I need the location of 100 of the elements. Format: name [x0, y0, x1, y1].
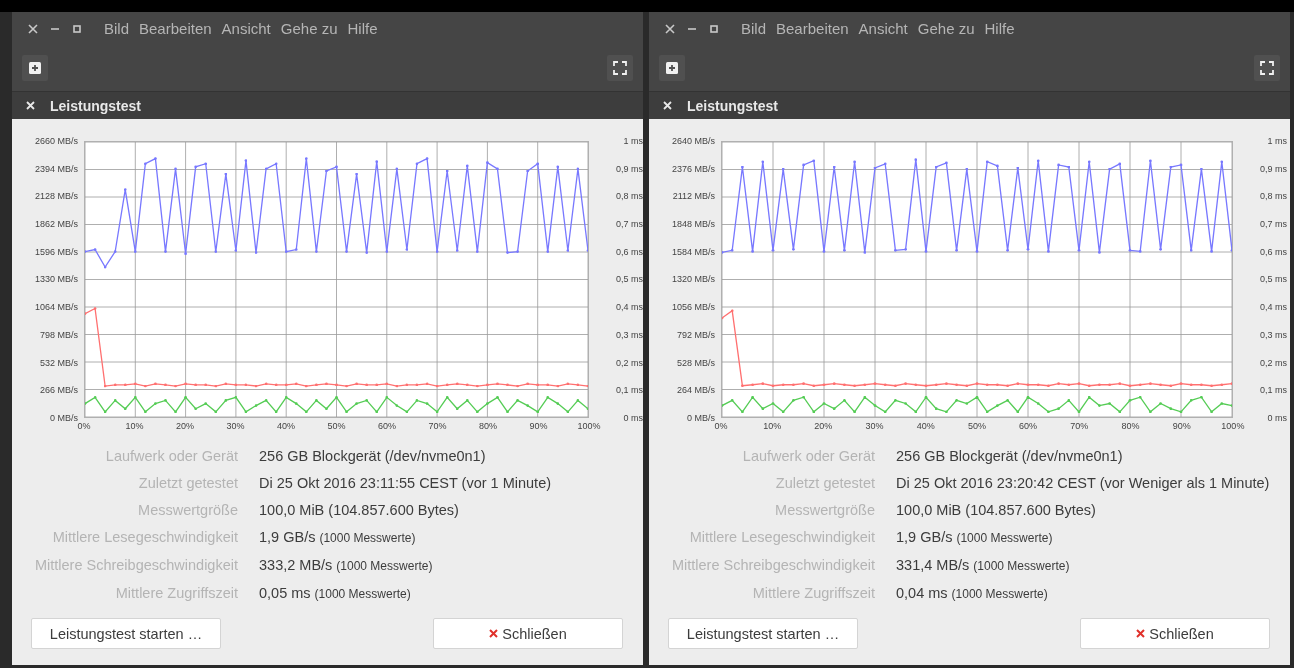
- axis-label: 0,1 ms: [616, 384, 643, 397]
- menu-item[interactable]: Ansicht: [858, 20, 908, 37]
- field-value: 256 GB Blockgerät (/dev/nvme0n1): [259, 447, 486, 466]
- axis-label: 60%: [377, 420, 397, 432]
- menu-item[interactable]: Bearbeiten: [776, 20, 849, 37]
- menu-item[interactable]: Bild: [104, 20, 129, 37]
- add-button[interactable]: [22, 55, 48, 81]
- close-icon[interactable]: [663, 101, 672, 110]
- start-benchmark-button[interactable]: Leistungstest starten …: [668, 618, 858, 649]
- axis-label: 0%: [713, 421, 729, 432]
- menu-item[interactable]: Hilfe: [984, 20, 1015, 37]
- axis-label: 10%: [762, 420, 783, 432]
- axis-label: 798 MB/s: [39, 328, 78, 341]
- dialog-title: Leistungstest: [50, 97, 141, 114]
- fullscreen-button[interactable]: [607, 55, 633, 81]
- field-label: Mittlere Lesegeschwindigkeit: [688, 528, 875, 547]
- sample-count: (1000 Messwerte): [314, 586, 411, 603]
- axis-label: 0,9 ms: [1260, 162, 1287, 175]
- field-value: 100,0 MiB (104.857.600 Bytes): [259, 501, 459, 520]
- axis-label: 1862 MB/s: [34, 218, 78, 231]
- axis-label: 0,5 ms: [1260, 273, 1287, 286]
- field-label: Mittlere Zugriffszeit: [114, 584, 238, 603]
- axis-label: 50%: [326, 420, 347, 432]
- axis-label: 0,1 ms: [1260, 384, 1287, 397]
- plus-icon: [666, 62, 678, 74]
- axis-label: 0,8 ms: [616, 190, 643, 203]
- menu-item[interactable]: Gehe zu: [917, 20, 975, 37]
- sample-count: (1000 Messwerte): [951, 586, 1048, 603]
- axis-label: 100%: [1220, 420, 1246, 432]
- axis-label: 40%: [276, 420, 296, 432]
- field-value: Di 25 Okt 2016 23:20:42 CEST (vor Weniger als 1 Minute): [896, 474, 1270, 493]
- axis-label: 2660 MB/s: [34, 135, 78, 147]
- dialog-title: Leistungstest: [687, 97, 778, 114]
- axis-label: 0,6 ms: [1260, 245, 1287, 258]
- axis-label: 2394 MB/s: [34, 162, 78, 175]
- axis-label: 0,2 ms: [616, 356, 643, 369]
- axis-label: 792 MB/s: [676, 328, 715, 341]
- axis-label: 2376 MB/s: [671, 162, 715, 175]
- field-label: Laufwerk oder Gerät: [741, 447, 875, 466]
- close-button[interactable]: Schließen: [1080, 618, 1270, 649]
- menu-item[interactable]: Hilfe: [347, 20, 378, 37]
- axis-label: 0,4 ms: [616, 301, 643, 314]
- menu-item[interactable]: Ansicht: [221, 20, 271, 37]
- plus-icon: [29, 62, 41, 74]
- axis-label: 70%: [1069, 420, 1090, 432]
- axis-label: 1330 MB/s: [34, 273, 78, 286]
- menu-item[interactable]: Bild: [741, 20, 766, 37]
- axis-label: 90%: [1171, 420, 1192, 432]
- axis-label: 0,9 ms: [616, 162, 643, 175]
- axis-label: 264 MB/s: [676, 384, 715, 397]
- maximize-icon[interactable]: [709, 23, 719, 34]
- axis-label: 0 ms: [1267, 411, 1287, 424]
- menu-item[interactable]: Gehe zu: [280, 20, 338, 37]
- axis-label: 70%: [427, 420, 448, 432]
- field-label: Mittlere Zugriffszeit: [751, 584, 875, 603]
- field-value: Di 25 Okt 2016 23:11:55 CEST (vor 1 Minute): [259, 474, 552, 493]
- axis-label: 0,6 ms: [616, 245, 643, 258]
- axis-label: 1584 MB/s: [671, 245, 715, 258]
- close-icon[interactable]: [28, 23, 38, 34]
- add-button[interactable]: [659, 55, 685, 81]
- axis-label: 1596 MB/s: [34, 245, 78, 258]
- axis-label: 1 ms: [1267, 135, 1287, 147]
- axis-label: 0,7 ms: [1260, 218, 1287, 231]
- maximize-icon[interactable]: [72, 23, 82, 34]
- axis-label: 0 ms: [623, 411, 643, 424]
- close-icon[interactable]: [665, 23, 675, 34]
- axis-label: 266 MB/s: [39, 384, 78, 397]
- fullscreen-button[interactable]: [1254, 55, 1280, 81]
- field-value: 333,2 MB/s: [259, 556, 333, 575]
- axis-label: 1320 MB/s: [671, 273, 715, 286]
- axis-label: 1056 MB/s: [671, 301, 715, 314]
- menu-item[interactable]: Bearbeiten: [139, 20, 212, 37]
- axis-label: 100%: [576, 420, 602, 432]
- axis-label: 2128 MB/s: [34, 190, 78, 203]
- axis-label: 0,3 ms: [1260, 328, 1287, 341]
- axis-label: 80%: [478, 420, 498, 432]
- close-icon[interactable]: [26, 101, 35, 110]
- axis-label: 30%: [864, 420, 885, 432]
- axis-label: 10%: [124, 420, 145, 432]
- fullscreen-icon: [1260, 61, 1274, 75]
- field-label: Mittlere Schreibgeschwindigkeit: [670, 556, 875, 575]
- start-benchmark-button[interactable]: Leistungstest starten …: [31, 618, 221, 649]
- axis-label: 0,8 ms: [1260, 190, 1287, 203]
- axis-label: 1 ms: [623, 135, 643, 147]
- axis-label: 0,3 ms: [616, 328, 643, 341]
- axis-label: 2112 MB/s: [672, 190, 715, 203]
- field-label: Laufwerk oder Gerät: [104, 447, 238, 466]
- axis-label: 40%: [915, 420, 936, 432]
- field-value: 1,9 GB/s: [259, 528, 316, 547]
- sample-count: (1000 Messwerte): [319, 530, 416, 547]
- axis-label: 20%: [813, 420, 834, 432]
- axis-label: 1848 MB/s: [671, 218, 715, 231]
- axis-label: 0%: [76, 421, 92, 432]
- axis-label: 0 MB/s: [50, 411, 78, 424]
- field-value: 0,05 ms: [259, 584, 311, 603]
- close-button[interactable]: Schließen: [433, 618, 623, 649]
- axis-label: 80%: [1120, 420, 1141, 432]
- field-label: Messwertgröße: [774, 501, 875, 520]
- axis-label: 0,2 ms: [1260, 356, 1287, 369]
- axis-label: 50%: [966, 420, 987, 432]
